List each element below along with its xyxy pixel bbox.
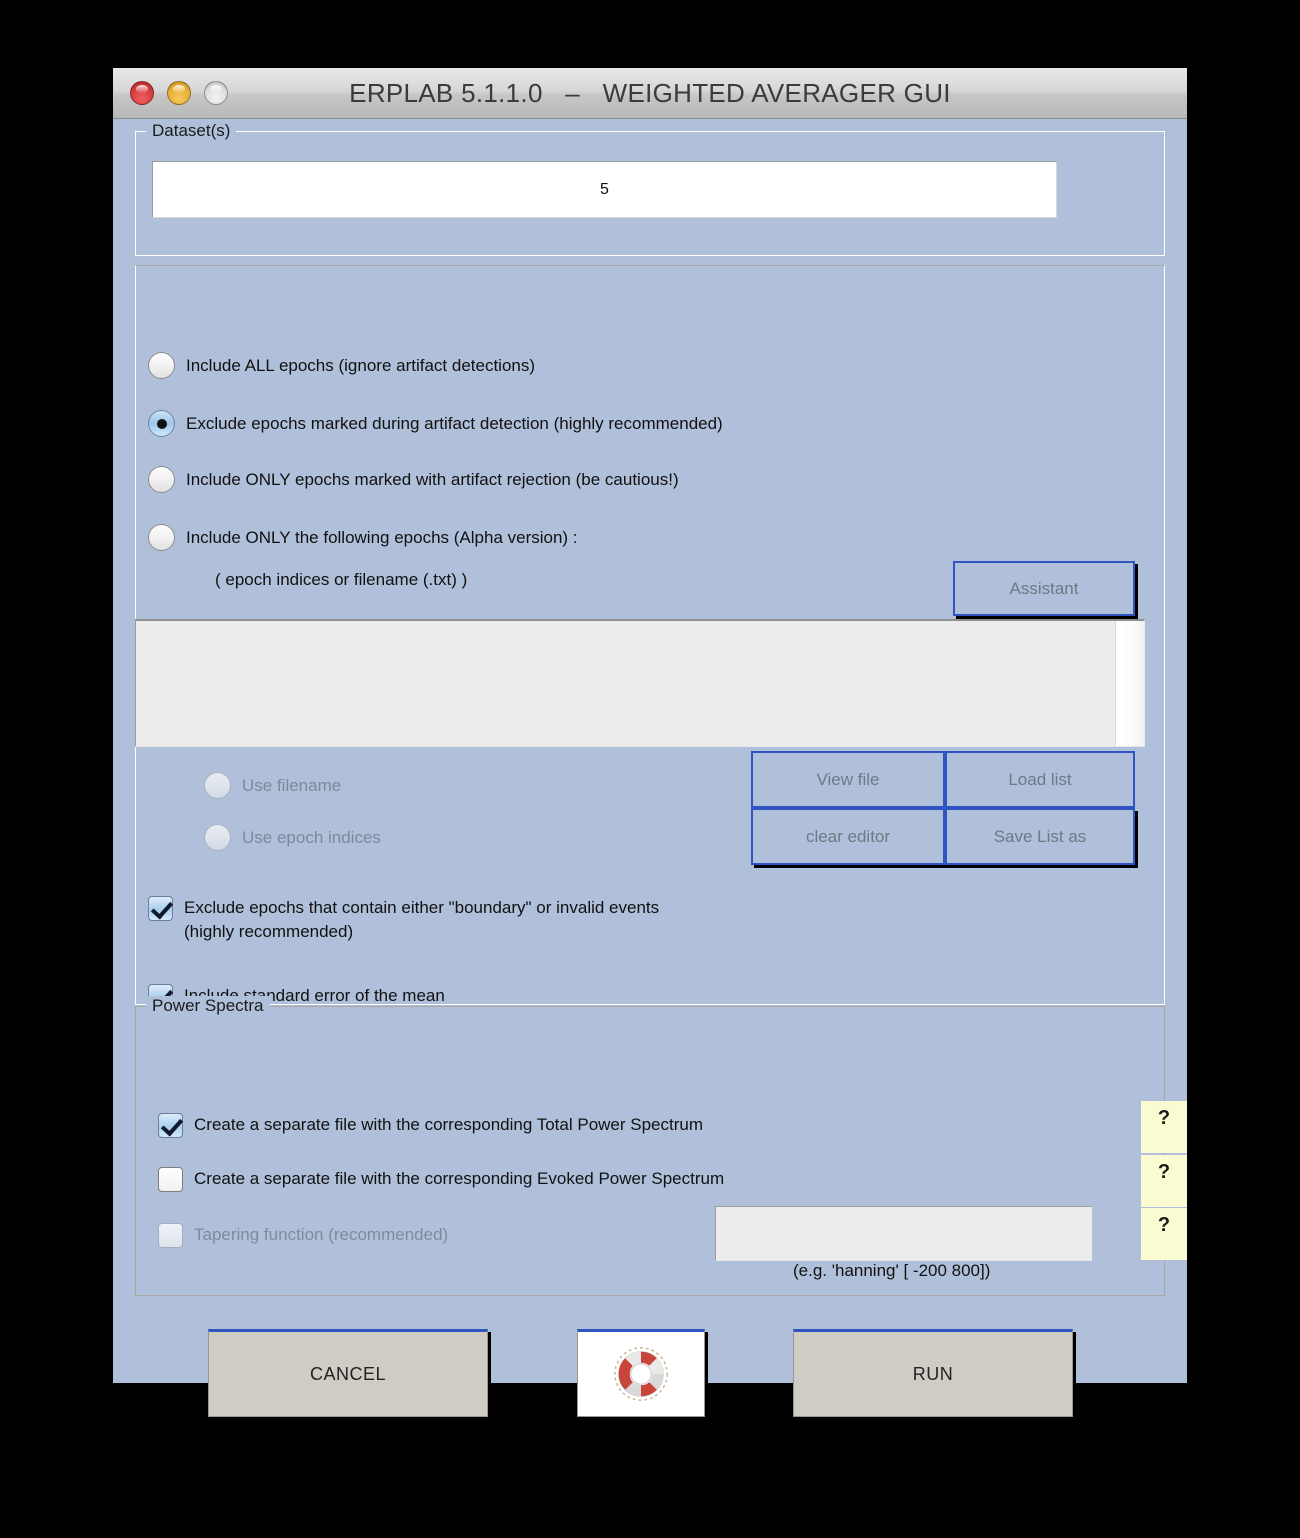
help-evoked-power-spectrum-button[interactable]: ? bbox=[1141, 1155, 1187, 1207]
radio-exclude-marked-epochs-label: Exclude epochs marked during artifact de… bbox=[186, 413, 723, 433]
checkbox-total-power-spectrum-label: Create a separate file with the correspo… bbox=[194, 1115, 704, 1134]
screen: ERPLAB 5.1.1.0 – WEIGHTED AVERAGER GUI D… bbox=[0, 0, 1300, 1538]
checkbox-total-power-spectrum-control[interactable] bbox=[158, 1113, 183, 1138]
radio-include-only-rejected-control[interactable] bbox=[148, 466, 175, 493]
close-button[interactable] bbox=[130, 81, 154, 105]
radio-include-only-following-label: Include ONLY the following epochs (Alpha… bbox=[186, 527, 578, 547]
checkbox-evoked-power-spectrum-label: Create a separate file with the correspo… bbox=[194, 1169, 725, 1188]
run-button[interactable]: RUN bbox=[793, 1329, 1073, 1417]
radio-use-epoch-indices[interactable]: Use epoch indices bbox=[204, 824, 381, 851]
radio-include-only-following[interactable]: Include ONLY the following epochs (Alpha… bbox=[148, 524, 578, 551]
dataset-input[interactable]: 5 bbox=[152, 161, 1057, 218]
checkbox-total-power-spectrum[interactable]: Create a separate file with the correspo… bbox=[158, 1113, 703, 1138]
checkbox-evoked-power-spectrum-control[interactable] bbox=[158, 1167, 183, 1192]
erplab-weighted-averager-window: ERPLAB 5.1.1.0 – WEIGHTED AVERAGER GUI D… bbox=[113, 68, 1187, 1417]
checkbox-tapering-function-control[interactable] bbox=[158, 1223, 183, 1248]
cancel-button[interactable]: CANCEL bbox=[208, 1329, 488, 1417]
view-file-button-label: View file bbox=[816, 769, 880, 789]
radio-use-epoch-indices-control[interactable] bbox=[204, 824, 231, 851]
help-total-power-spectrum-button[interactable]: ? bbox=[1141, 1101, 1187, 1153]
cancel-button-label: CANCEL bbox=[309, 1363, 387, 1384]
load-list-button[interactable]: Load list bbox=[945, 751, 1135, 808]
tapering-function-hint: (e.g. 'hanning' [ -200 800]) bbox=[793, 1261, 991, 1280]
epoch-list-editor[interactable] bbox=[135, 619, 1145, 747]
radio-include-only-rejected[interactable]: Include ONLY epochs marked with artifact… bbox=[148, 466, 679, 493]
epoch-source-hint: ( epoch indices or filename (.txt) ) bbox=[215, 570, 468, 589]
checkbox-exclude-boundary-control[interactable] bbox=[148, 896, 173, 921]
window-title: ERPLAB 5.1.1.0 – WEIGHTED AVERAGER GUI bbox=[349, 77, 951, 108]
radio-use-filename-control[interactable] bbox=[204, 772, 231, 799]
help-total-power-spectrum-label: ? bbox=[1157, 1107, 1171, 1129]
window-titlebar: ERPLAB 5.1.1.0 – WEIGHTED AVERAGER GUI bbox=[113, 68, 1187, 119]
dataset-input-value: 5 bbox=[600, 180, 609, 198]
load-list-button-label: Load list bbox=[1008, 769, 1072, 789]
minimize-button[interactable] bbox=[167, 81, 191, 105]
assistant-button[interactable]: Assistant bbox=[953, 561, 1135, 616]
help-tapering-function-button[interactable]: ? bbox=[1141, 1208, 1187, 1260]
lifebuoy-icon bbox=[614, 1347, 668, 1401]
help-tapering-function-label: ? bbox=[1157, 1214, 1171, 1236]
epoch-list-editor-scrollbar[interactable] bbox=[1115, 621, 1144, 746]
window-body: Dataset(s) 5 Include ALL epochs (ignore … bbox=[113, 119, 1187, 1417]
view-file-button[interactable]: View file bbox=[751, 751, 945, 808]
radio-exclude-marked-epochs-control[interactable] bbox=[148, 410, 175, 437]
dataset-group-title: Dataset(s) bbox=[146, 121, 237, 141]
save-list-as-button-label: Save List as bbox=[993, 826, 1087, 846]
checkbox-exclude-boundary[interactable]: Exclude epochs that contain either "boun… bbox=[148, 896, 659, 944]
checkbox-evoked-power-spectrum[interactable]: Create a separate file with the correspo… bbox=[158, 1167, 724, 1192]
radio-use-epoch-indices-label: Use epoch indices bbox=[242, 827, 381, 847]
radio-include-all-epochs[interactable]: Include ALL epochs (ignore artifact dete… bbox=[148, 352, 535, 379]
radio-exclude-marked-epochs[interactable]: Exclude epochs marked during artifact de… bbox=[148, 410, 723, 437]
radio-use-filename-label: Use filename bbox=[242, 775, 342, 795]
clear-editor-button[interactable]: clear editor bbox=[751, 808, 945, 865]
power-spectra-group-title: Power Spectra bbox=[146, 996, 270, 1016]
radio-include-all-epochs-control[interactable] bbox=[148, 352, 175, 379]
save-list-as-button[interactable]: Save List as bbox=[945, 808, 1135, 865]
tapering-function-input[interactable] bbox=[715, 1206, 1092, 1261]
run-button-label: RUN bbox=[912, 1363, 954, 1384]
help-evoked-power-spectrum-label: ? bbox=[1157, 1161, 1171, 1183]
clear-editor-button-label: clear editor bbox=[805, 826, 891, 846]
window-controls bbox=[130, 81, 228, 105]
radio-include-all-epochs-label: Include ALL epochs (ignore artifact dete… bbox=[186, 355, 536, 375]
radio-use-filename[interactable]: Use filename bbox=[204, 772, 341, 799]
checkbox-tapering-function[interactable]: Tapering function (recommended) bbox=[158, 1223, 448, 1248]
assistant-button-label: Assistant bbox=[1009, 578, 1079, 598]
help-button[interactable] bbox=[577, 1329, 705, 1417]
checkbox-exclude-boundary-label: Exclude epochs that contain either "boun… bbox=[184, 898, 660, 941]
zoom-button[interactable] bbox=[204, 81, 228, 105]
radio-include-only-following-control[interactable] bbox=[148, 524, 175, 551]
radio-include-only-rejected-label: Include ONLY epochs marked with artifact… bbox=[186, 469, 679, 489]
checkbox-tapering-function-label: Tapering function (recommended) bbox=[194, 1225, 449, 1244]
